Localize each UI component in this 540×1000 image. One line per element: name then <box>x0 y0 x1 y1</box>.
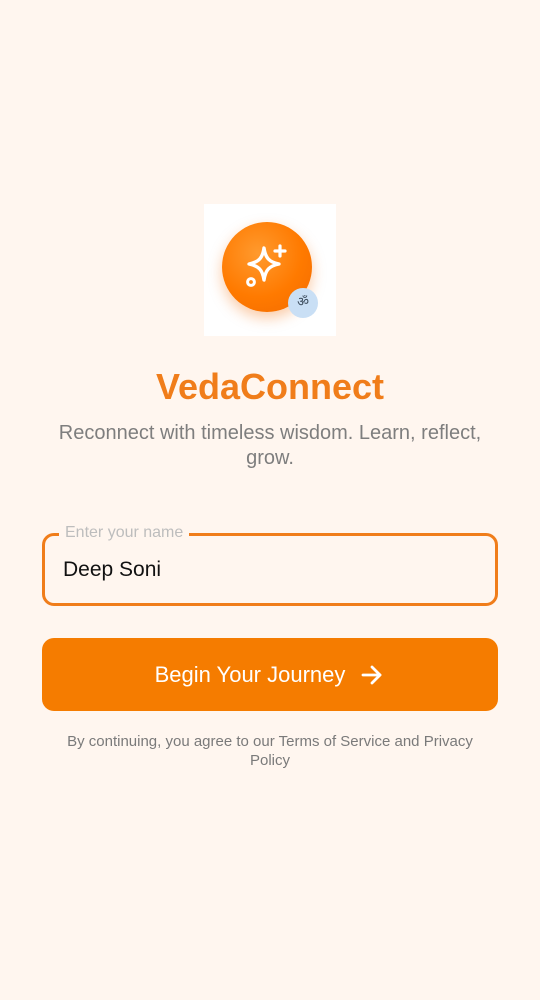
terms-of-service-link[interactable]: Terms of Service <box>279 733 391 750</box>
legal-notice: By continuing, you agree to our Terms of… <box>50 732 490 770</box>
app-title: VedaConnect <box>155 366 385 407</box>
app-tagline: Reconnect with timeless wisdom. Learn, r… <box>58 422 482 469</box>
name-field-label: Enter your name <box>59 523 190 543</box>
om-icon: ॐ <box>288 288 318 318</box>
arrow-right-icon <box>362 665 382 684</box>
sparkles-icon <box>246 244 287 287</box>
begin-journey-button[interactable]: Begin Your Journey <box>42 638 498 711</box>
onboarding-screen: ॐ VedaConnect Reconnect with timeless wi… <box>0 0 540 1000</box>
legal-and: and <box>390 733 424 750</box>
legal-prefix: By continuing, you agree to our <box>67 733 279 750</box>
app-logo: ॐ <box>204 204 336 336</box>
name-field[interactable]: Enter your name <box>42 523 498 606</box>
begin-journey-label: Begin Your Journey <box>154 661 346 687</box>
name-input[interactable] <box>63 554 473 586</box>
